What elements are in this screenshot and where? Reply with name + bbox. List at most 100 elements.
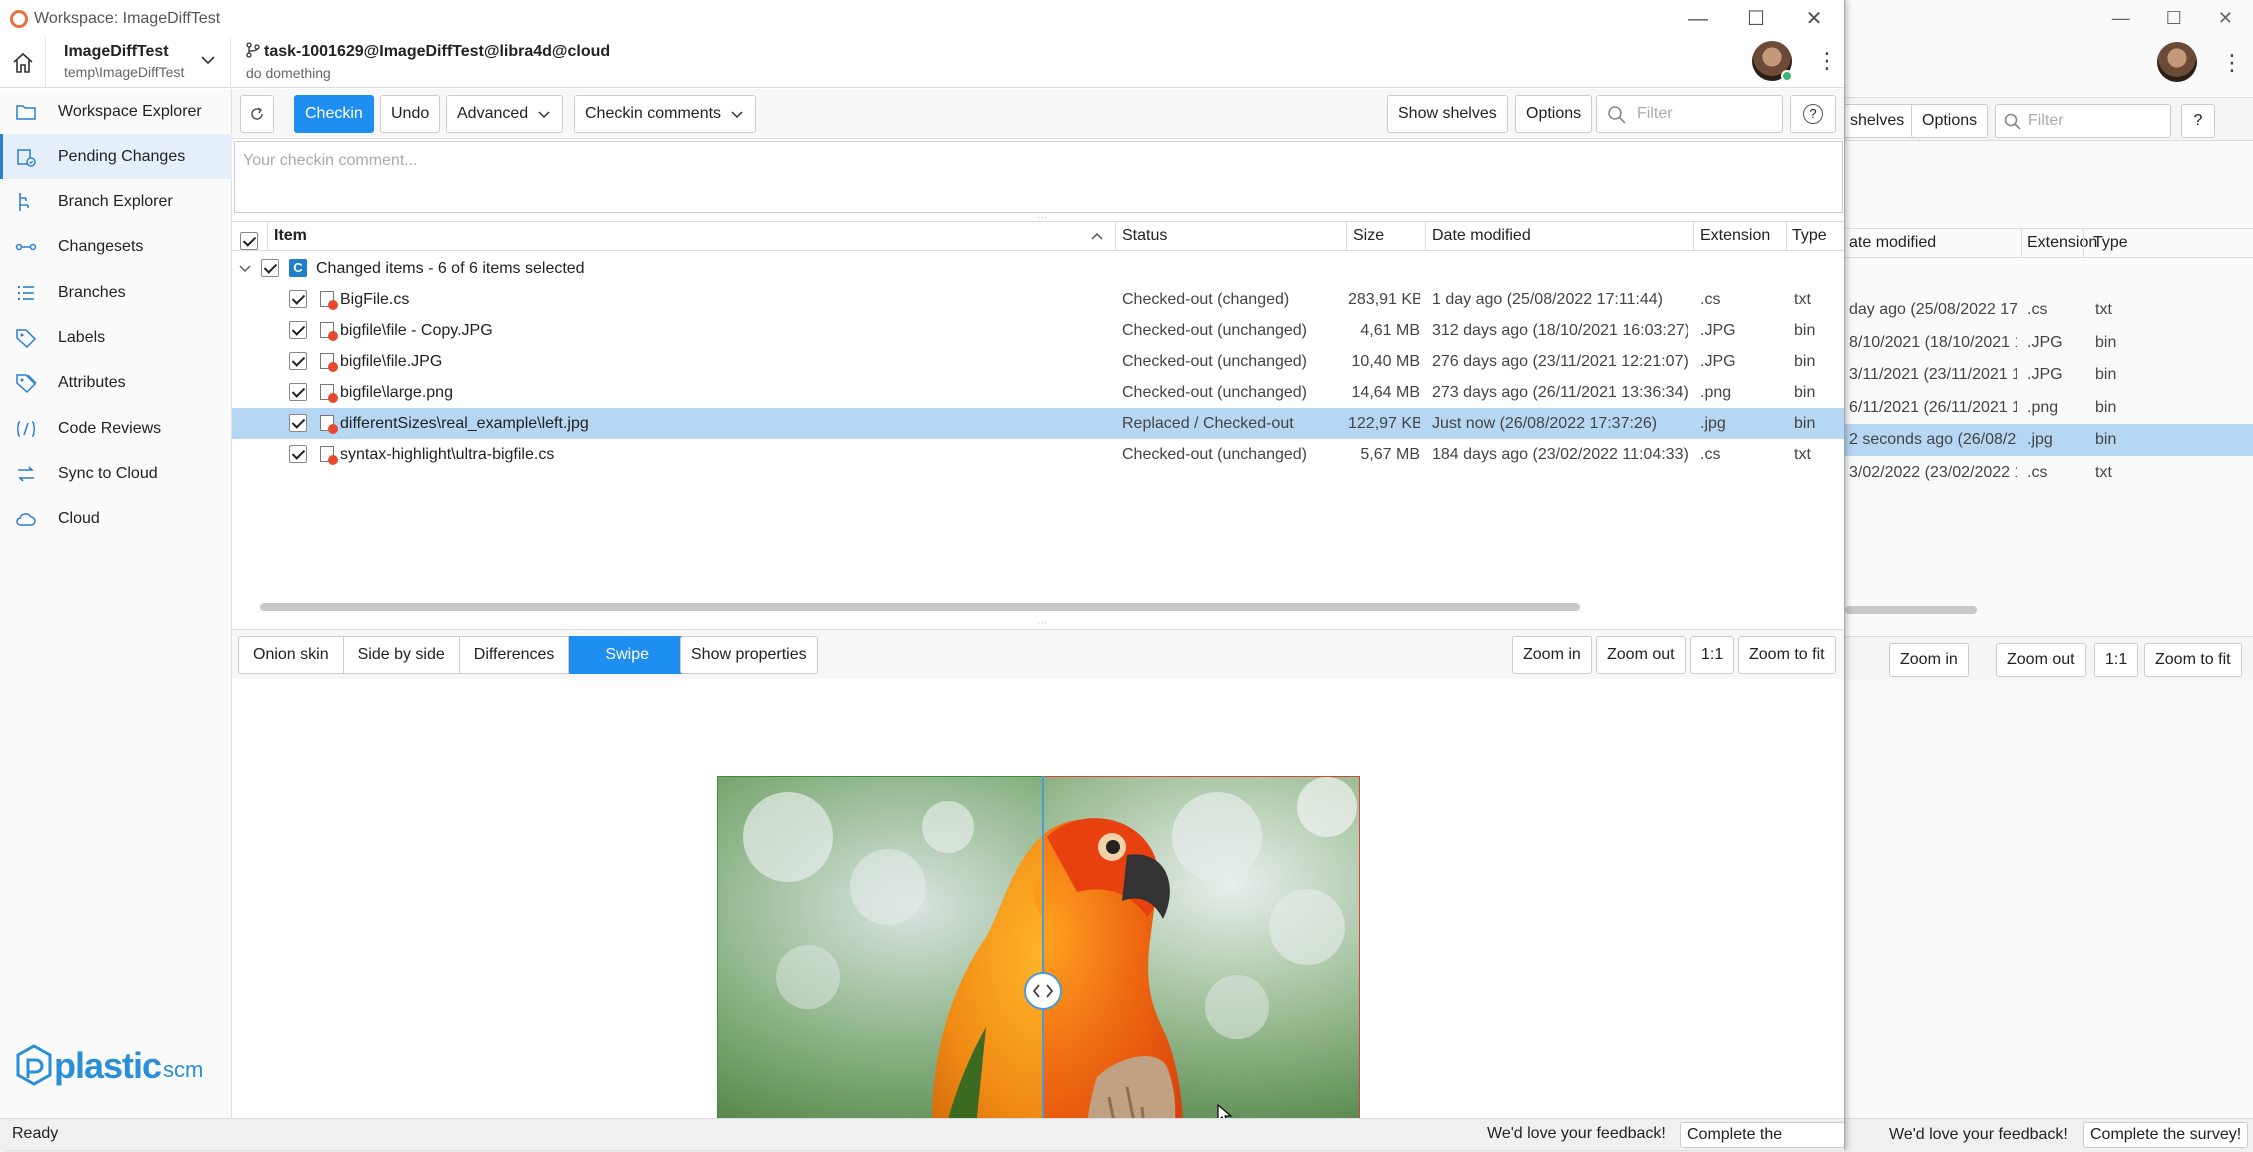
swipe-image-frame[interactable] bbox=[717, 776, 1360, 1150]
show-properties-button[interactable]: Show properties bbox=[680, 636, 818, 674]
bg-survey-button[interactable]: Complete the survey! bbox=[2083, 1122, 2249, 1148]
bg-row-date: 6/11/2021 (26/11/2021 13:36:34) bbox=[1849, 398, 2017, 416]
bg-col-date[interactable]: ate modified bbox=[1849, 229, 1936, 257]
help-button[interactable]: ? bbox=[1790, 95, 1836, 133]
sidebar-item-sync-to-cloud[interactable]: Sync to Cloud bbox=[0, 451, 232, 496]
user-avatar[interactable] bbox=[1752, 41, 1793, 82]
tab-side-by-side[interactable]: Side by side bbox=[343, 636, 460, 674]
bg-help-button[interactable]: ? bbox=[2181, 104, 2215, 138]
column-item[interactable]: Item bbox=[274, 222, 307, 250]
maximize-button[interactable]: ☐ bbox=[1726, 0, 1786, 38]
swipe-handle[interactable] bbox=[1024, 972, 1062, 1010]
splitter-handle[interactable]: ⋯ bbox=[1037, 213, 1047, 224]
advanced-dropdown[interactable]: Advanced bbox=[446, 95, 564, 133]
group-checkbox[interactable] bbox=[261, 259, 279, 277]
checkin-comments-dropdown[interactable]: Checkin comments bbox=[574, 95, 757, 133]
table-row[interactable]: bigfile\large.png Checked-out (unchanged)… bbox=[232, 377, 1844, 408]
zoom-1-1-button[interactable]: 1:1 bbox=[1690, 636, 1735, 674]
checkin-comment-placeholder: Your checkin comment... bbox=[243, 152, 418, 169]
bg-col-extension[interactable]: Extension bbox=[2027, 229, 2097, 257]
current-branch[interactable]: task-1001629@ImageDiffTest@libra4d@cloud… bbox=[246, 42, 610, 81]
row-size: 10,40 MB bbox=[1351, 353, 1420, 370]
bg-options-button[interactable]: Options bbox=[1911, 104, 1989, 138]
sidebar-item-pending-changes[interactable]: Pending Changes bbox=[0, 134, 232, 180]
image-diff-viewer[interactable] bbox=[232, 679, 1844, 1150]
more-menu-icon[interactable]: ⋮ bbox=[1816, 48, 1838, 74]
checkin-comment-textarea[interactable]: Your checkin comment... bbox=[234, 141, 1843, 213]
row-checkbox[interactable] bbox=[289, 383, 307, 401]
bg-zoom-to-fit-button[interactable]: Zoom to fit bbox=[2144, 643, 2242, 677]
bg-filter-placeholder: Filter bbox=[2028, 112, 2064, 129]
bg-col-type[interactable]: Type bbox=[2093, 229, 2128, 257]
bg-zoom-out-button[interactable]: Zoom out bbox=[1996, 643, 2086, 677]
row-checkbox[interactable] bbox=[289, 414, 307, 432]
row-checkbox[interactable] bbox=[289, 445, 307, 463]
table-row[interactable]: bigfile\file.JPG Checked-out (unchanged) 1… bbox=[232, 346, 1844, 377]
sidebar-item-label: Pending Changes bbox=[58, 147, 186, 165]
zoom-in-button[interactable]: Zoom in bbox=[1512, 636, 1592, 674]
minimize-button[interactable]: — bbox=[1668, 0, 1728, 38]
bg-maximize-button[interactable]: ☐ bbox=[2166, 8, 2182, 29]
column-extension[interactable]: Extension bbox=[1700, 222, 1770, 250]
collapse-chevron-icon[interactable] bbox=[238, 263, 252, 275]
checkin-button[interactable]: Checkin bbox=[294, 95, 374, 133]
sidebar-item-changesets[interactable]: Changesets bbox=[0, 225, 232, 270]
bg-table-row[interactable]: 2 seconds ago (26/08/2022 17:37:2 .jpg bin bbox=[1845, 424, 2253, 456]
row-checkbox[interactable] bbox=[289, 321, 307, 339]
bg-table-row[interactable]: 3/11/2021 (23/11/2021 12:21:07) .JPG bin bbox=[1845, 359, 2253, 391]
sidebar-item-branch-explorer[interactable]: Branch Explorer bbox=[0, 180, 232, 225]
checked-out-badge-icon bbox=[328, 300, 338, 310]
sidebar-item-labels[interactable]: Labels bbox=[0, 316, 232, 361]
home-button[interactable] bbox=[0, 38, 46, 88]
column-size[interactable]: Size bbox=[1353, 222, 1384, 250]
sidebar-item-code-reviews[interactable]: Code Reviews bbox=[0, 406, 232, 451]
column-date-modified[interactable]: Date modified bbox=[1432, 222, 1531, 250]
tab-differences[interactable]: Differences bbox=[459, 636, 570, 674]
tab-swipe[interactable]: Swipe bbox=[569, 636, 686, 674]
table-row[interactable]: BigFile.cs Checked-out (changed) 283,91 KB… bbox=[232, 284, 1844, 315]
show-shelves-button[interactable]: Show shelves bbox=[1387, 95, 1508, 133]
table-row[interactable]: bigfile\file - Copy.JPG Checked-out (unch… bbox=[232, 315, 1844, 346]
horizontal-scrollbar[interactable] bbox=[260, 603, 1580, 611]
table-row[interactable]: syntax-highlight\ultra-bigfile.cs Checked… bbox=[232, 439, 1844, 470]
sidebar-item-cloud[interactable]: Cloud bbox=[0, 497, 232, 542]
bg-table-row[interactable]: 6/11/2021 (26/11/2021 13:36:34) .png bin bbox=[1845, 392, 2253, 424]
column-type[interactable]: Type bbox=[1792, 222, 1827, 250]
bg-table-row[interactable]: 8/10/2021 (18/10/2021 16:03:27) .JPG bin bbox=[1845, 327, 2253, 359]
sidebar-item-label: Code Reviews bbox=[58, 419, 162, 437]
refresh-button[interactable] bbox=[240, 95, 274, 133]
complete-survey-button[interactable]: Complete the survey! bbox=[1680, 1122, 1844, 1148]
swipe-divider[interactable] bbox=[1042, 776, 1044, 1150]
zoom-to-fit-button[interactable]: Zoom to fit bbox=[1738, 636, 1836, 674]
filter-input[interactable]: Filter bbox=[1596, 95, 1783, 133]
row-checkbox[interactable] bbox=[289, 290, 307, 308]
bg-zoom-in-button[interactable]: Zoom in bbox=[1889, 643, 1969, 677]
tab-onion-skin[interactable]: Onion skin bbox=[238, 636, 344, 674]
bg-minimize-button[interactable]: — bbox=[2112, 8, 2130, 29]
row-type: txt bbox=[1794, 291, 1811, 308]
changed-items-group-row[interactable]: C Changed items - 6 of 6 items selected bbox=[232, 253, 1844, 284]
zoom-out-button[interactable]: Zoom out bbox=[1596, 636, 1686, 674]
table-row[interactable]: differentSizes\real_example\left.jpg Repl… bbox=[232, 408, 1844, 439]
bg-more-menu-icon[interactable]: ⋮ bbox=[2221, 50, 2243, 76]
options-button[interactable]: Options bbox=[1515, 95, 1593, 133]
bg-table-row[interactable]: 3/02/2022 (23/02/2022 11:04:33) .cs txt bbox=[1845, 457, 2253, 489]
undo-button[interactable]: Undo bbox=[380, 95, 441, 133]
bg-close-button[interactable]: ✕ bbox=[2218, 8, 2233, 29]
select-all-checkbox[interactable] bbox=[240, 231, 258, 250]
bg-horizontal-scrollbar[interactable] bbox=[1845, 606, 1977, 614]
close-button[interactable]: ✕ bbox=[1784, 0, 1844, 38]
column-status[interactable]: Status bbox=[1122, 222, 1167, 250]
bg-table-row[interactable]: day ago (25/08/2022 17:11:44) .cs txt bbox=[1845, 294, 2253, 326]
bg-user-avatar[interactable] bbox=[2157, 42, 2197, 82]
workspace-selector[interactable]: ImageDiffTest temp\ImageDiffTest bbox=[46, 38, 231, 88]
sidebar-item-branches[interactable]: Branches bbox=[0, 270, 232, 315]
splitter-handle[interactable]: ⋯ bbox=[1037, 618, 1047, 629]
bg-filter-input[interactable]: Filter bbox=[1995, 104, 2171, 138]
row-checkbox[interactable] bbox=[289, 352, 307, 370]
bg-zoom-1-1-button[interactable]: 1:1 bbox=[2094, 643, 2139, 677]
bg-show-shelves-button[interactable]: shelves bbox=[1845, 104, 1916, 138]
sidebar-item-workspace-explorer[interactable]: Workspace Explorer bbox=[0, 89, 232, 134]
row-status: Checked-out (changed) bbox=[1122, 291, 1290, 308]
sidebar-item-attributes[interactable]: Attributes bbox=[0, 361, 232, 406]
